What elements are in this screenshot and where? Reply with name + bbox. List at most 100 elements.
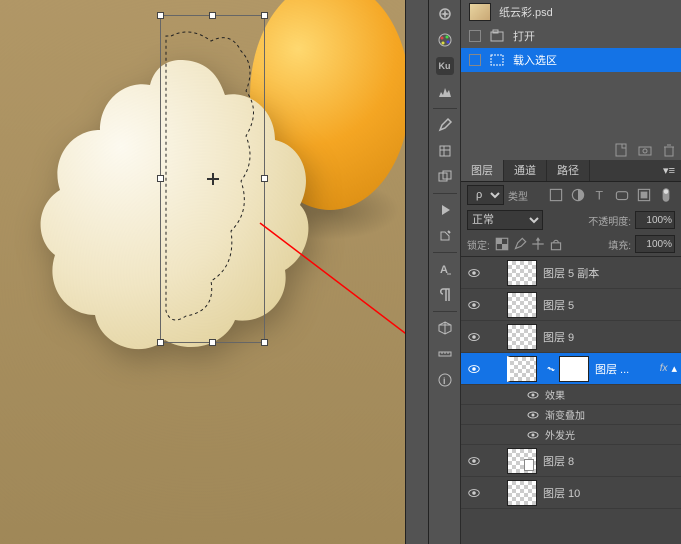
tab-layers[interactable]: 图层 [461,160,504,181]
measurement-panel-icon[interactable] [431,342,459,366]
visibility-eye-icon[interactable] [467,454,481,468]
canvas-area[interactable] [0,0,405,544]
filter-shape-icon[interactable] [613,186,631,204]
fill-input[interactable] [635,235,675,253]
cloud-shape [40,40,320,360]
canvas-scrollbar[interactable] [405,0,429,544]
transform-handle[interactable] [157,339,164,346]
paragraph-panel-icon[interactable] [431,283,459,307]
navigator-panel-icon[interactable] [431,2,459,26]
visibility-eye-icon[interactable] [467,298,481,312]
actions-panel-icon[interactable] [431,198,459,222]
visibility-eye-icon[interactable] [467,266,481,280]
history-checkbox[interactable] [469,30,481,42]
svg-text:A: A [440,264,448,276]
transform-center-icon[interactable] [207,173,219,185]
delete-icon[interactable] [661,142,677,158]
layer-item[interactable]: 图层 5 副本 [461,257,681,289]
svg-text:i: i [443,376,446,386]
blend-mode-select[interactable]: 正常 [467,210,543,230]
layer-item[interactable]: 图层 10 [461,477,681,509]
sphere-shadow [260,180,400,240]
visibility-eye-icon[interactable] [467,330,481,344]
create-document-from-state-icon[interactable] [613,142,629,158]
transform-bounding-box[interactable] [160,15,265,343]
opacity-input[interactable] [635,211,675,229]
visibility-eye-icon[interactable] [527,409,539,421]
lock-all-icon[interactable] [548,236,564,252]
filter-adjustment-icon[interactable] [569,186,587,204]
history-footer [613,142,677,158]
layer-thumbnail [507,356,537,382]
layer-name[interactable]: 图层 ... [595,361,656,377]
3d-panel-icon[interactable] [431,316,459,340]
collapsed-panels-column: Ku A i [429,0,461,544]
selection-marquee [161,16,264,342]
layer-name[interactable]: 图层 5 [543,297,681,313]
tool-presets-panel-icon[interactable] [431,224,459,248]
brush-presets-panel-icon[interactable] [431,139,459,163]
layer-name[interactable]: 图层 8 [543,453,681,469]
new-snapshot-icon[interactable] [637,142,653,158]
brush-panel-icon[interactable] [431,113,459,137]
visibility-eye-icon[interactable] [527,389,539,401]
filter-smart-icon[interactable] [635,186,653,204]
transform-handle[interactable] [157,12,164,19]
layer-thumbnail [507,324,537,350]
lock-transparency-icon[interactable] [494,236,510,252]
lock-position-icon[interactable] [530,236,546,252]
layer-name[interactable]: 图层 10 [543,485,681,501]
histogram-panel-icon[interactable] [431,80,459,104]
history-doc-name: 纸云彩.psd [499,4,553,20]
tab-channels[interactable]: 通道 [504,160,547,181]
visibility-eye-icon[interactable] [467,362,481,376]
layer-effects-header[interactable]: 效果 [461,385,681,405]
layer-thumbnail [507,292,537,318]
lock-fill-row: 锁定: 填充: [461,232,681,256]
history-step[interactable]: 载入选区 [461,48,681,72]
visibility-eye-icon[interactable] [467,486,481,500]
layer-name[interactable]: 图层 9 [543,329,681,345]
layer-kind-filter[interactable]: ρ [467,185,504,205]
fx-badge[interactable]: fx [660,363,668,374]
transform-handle[interactable] [209,339,216,346]
kind-label: 类型 [508,188,528,203]
visibility-eye-icon[interactable] [527,429,539,441]
effect-label: 外发光 [545,427,575,442]
layer-item[interactable]: 图层 ... fx ▴ [461,353,681,385]
tab-paths[interactable]: 路径 [547,160,590,181]
history-thumbnail [469,3,491,21]
layer-thumbnail [507,448,537,474]
layer-item[interactable]: 图层 5 [461,289,681,321]
filter-pixel-icon[interactable] [547,186,565,204]
layer-thumbnail [507,260,537,286]
mask-link-icon[interactable] [546,364,556,374]
color-panel-icon[interactable] [431,28,459,52]
lock-pixels-icon[interactable] [512,236,528,252]
blend-opacity-row: 正常 不透明度: [461,208,681,232]
collapse-fx-icon[interactable]: ▴ [671,362,677,375]
character-panel-icon[interactable]: A [431,257,459,281]
filter-type-icon[interactable]: T [591,186,609,204]
panel-menu-icon[interactable]: ▾≡ [657,160,681,181]
layer-effect-gradient-overlay[interactable]: 渐变叠加 [461,405,681,425]
history-checkbox[interactable] [469,54,481,66]
clone-source-panel-icon[interactable] [431,165,459,189]
layer-item[interactable]: 图层 8 [461,445,681,477]
kuler-panel-icon[interactable]: Ku [431,54,459,78]
layer-effect-outer-glow[interactable]: 外发光 [461,425,681,445]
transform-handle[interactable] [209,12,216,19]
transform-handle[interactable] [261,175,268,182]
layer-thumbnail [507,480,537,506]
layer-item[interactable]: 图层 9 [461,321,681,353]
layer-name[interactable]: 图层 5 副本 [543,265,681,281]
history-step-label: 载入选区 [513,52,557,68]
info-panel-icon[interactable]: i [431,368,459,392]
transform-handle[interactable] [261,339,268,346]
transform-handle[interactable] [157,175,164,182]
filter-toggle-switch[interactable] [657,186,675,204]
transform-handle[interactable] [261,12,268,19]
fill-label: 填充: [608,237,631,252]
history-step[interactable]: 打开 [461,24,681,48]
history-snapshot[interactable]: 纸云彩.psd [461,0,681,24]
